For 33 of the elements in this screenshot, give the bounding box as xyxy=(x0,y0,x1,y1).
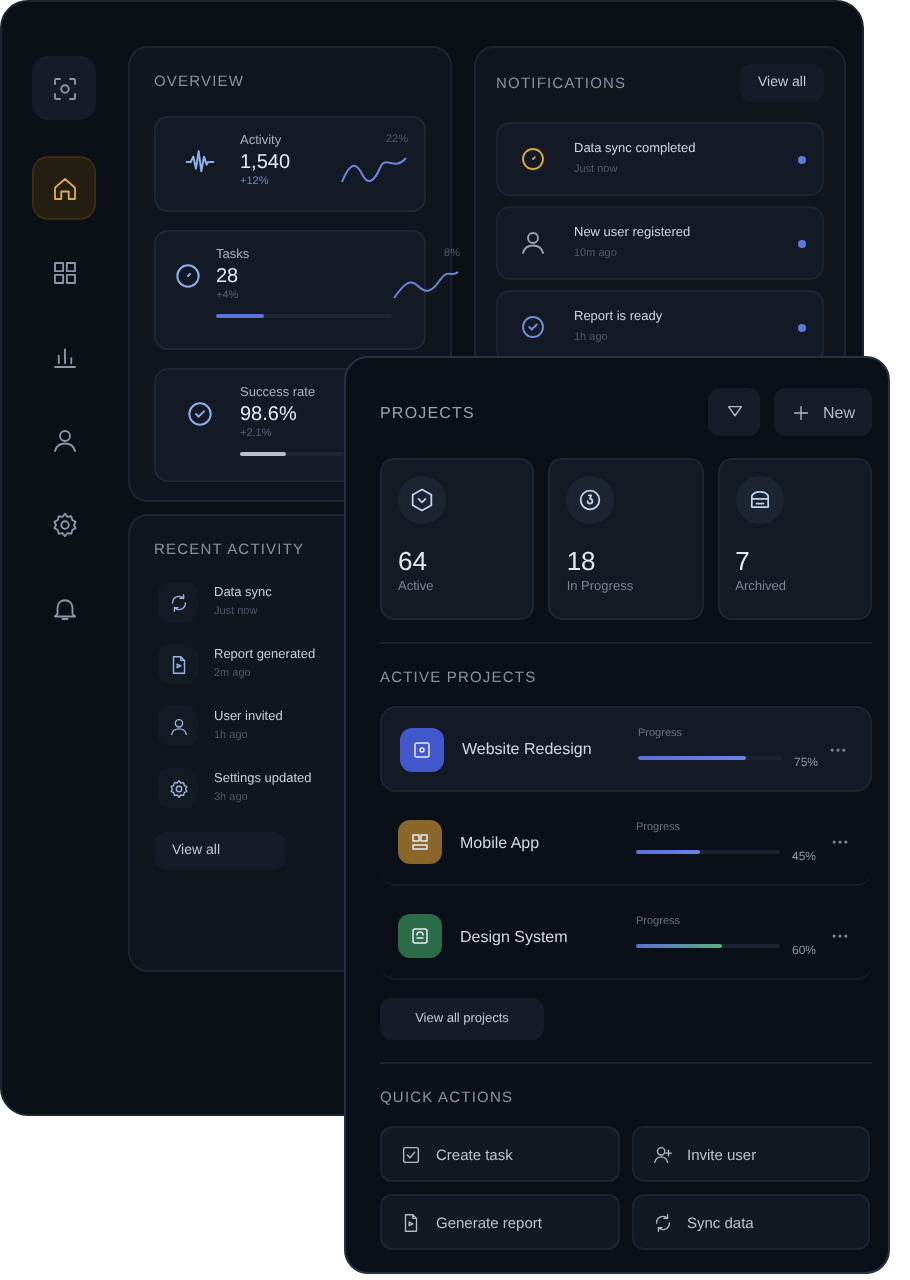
user-icon xyxy=(49,425,79,455)
stat-value: 18 xyxy=(566,546,598,576)
sync-icon xyxy=(651,1211,673,1233)
progress-icon xyxy=(576,486,605,514)
clock-icon xyxy=(172,260,204,292)
stat-value: 28 xyxy=(216,266,241,288)
archive-icon xyxy=(745,486,774,514)
grid-icon xyxy=(49,257,79,287)
sync-icon xyxy=(167,591,189,613)
waveform-icon xyxy=(184,146,216,178)
check-circle-icon xyxy=(184,398,216,430)
bell-icon xyxy=(49,593,79,623)
new-button[interactable]: New xyxy=(774,388,872,436)
hexagon-icon xyxy=(408,486,436,514)
stat-value: 1,540 xyxy=(240,152,293,174)
logo-button[interactable] xyxy=(32,56,96,120)
panel-title: PROJECTS xyxy=(380,403,477,421)
stat-value: 7 xyxy=(735,546,752,576)
settings-icon xyxy=(167,777,189,799)
document-icon xyxy=(400,1211,422,1233)
plus-icon xyxy=(790,401,813,423)
add-user-icon xyxy=(651,1143,673,1165)
stat-value: 64 xyxy=(398,546,429,576)
logo-icon xyxy=(49,73,79,103)
document-icon xyxy=(167,653,189,675)
project-name: Design System xyxy=(460,927,570,945)
settings-icon xyxy=(49,509,79,539)
project-name: Website Redesign xyxy=(462,740,594,758)
user-icon xyxy=(167,715,189,737)
project-name: Mobile App xyxy=(460,833,542,851)
sidebar-item[interactable] xyxy=(32,156,96,220)
checkbox-icon xyxy=(400,1143,422,1165)
home-icon xyxy=(49,173,79,203)
